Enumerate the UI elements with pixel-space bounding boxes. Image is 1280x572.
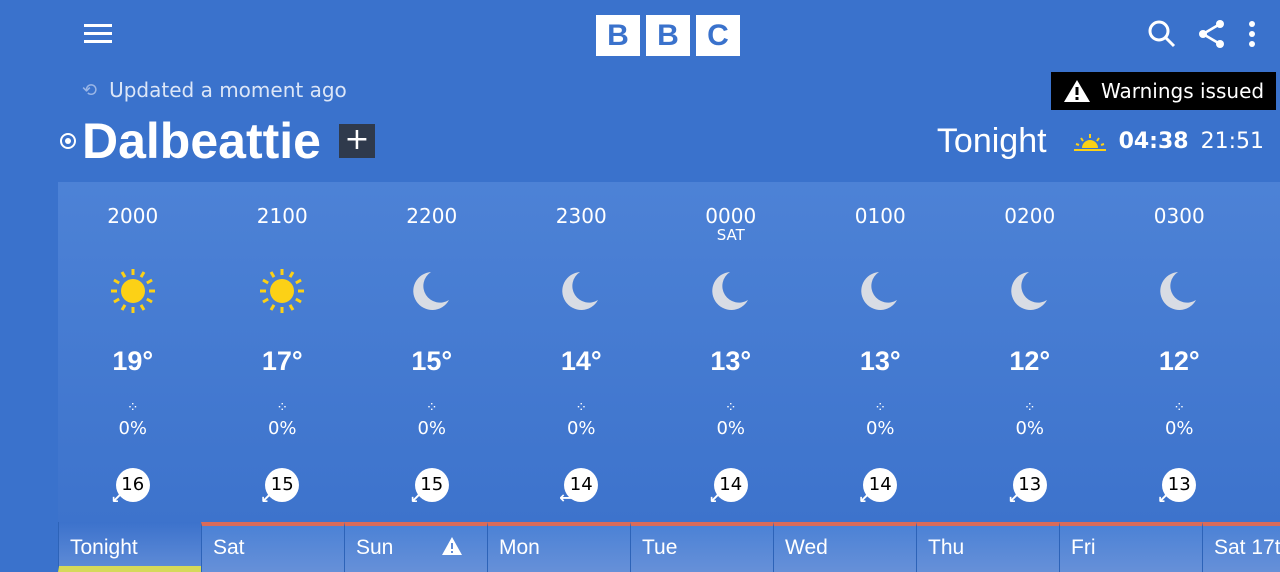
moon-icon — [855, 266, 905, 316]
hour-card[interactable]: 2200 15° ⁘ 0% 15 ↙ — [357, 182, 507, 522]
logo-letter: B — [596, 15, 640, 56]
add-location-button[interactable]: + — [338, 124, 375, 158]
hour-temperature: 12° — [1009, 346, 1051, 376]
raindrop-icon: ⁘ — [575, 400, 588, 416]
wind-direction-icon: ↙ — [858, 488, 872, 507]
sun-icon — [108, 266, 158, 316]
raindrop-icon: ⁘ — [425, 400, 438, 416]
more-options-icon[interactable] — [1246, 18, 1258, 50]
updated-text: Updated a moment ago — [109, 78, 347, 102]
precipitation-chance: 0% — [865, 418, 895, 439]
sun-icon — [257, 266, 307, 316]
hour-time: 0100 — [854, 204, 906, 228]
refresh-icon[interactable]: ⟲ — [82, 80, 97, 101]
hour-card[interactable]: 2300 14° ⁘ 0% 14 ← — [507, 182, 657, 522]
precipitation-chance: 0% — [1015, 418, 1045, 439]
tab-tue[interactable]: Tue — [630, 522, 773, 572]
hour-card[interactable]: 0000 SAT 13° ⁘ 0% 14 ↙ — [656, 182, 806, 522]
wind-direction-icon: ↙ — [110, 488, 125, 507]
hour-time: 2000 — [107, 204, 159, 228]
raindrop-icon: ⁘ — [126, 400, 139, 416]
tab-label: Fri — [1071, 536, 1096, 559]
tab-tonight[interactable]: Tonight — [58, 522, 201, 572]
wind-direction-icon: ↙ — [708, 488, 723, 507]
tab-label: Wed — [785, 536, 828, 559]
hourly-forecast[interactable]: 2000 19° ⁘ 0% 16 ↙ 2100 17° ⁘ 0% 15 ↙ 22… — [58, 182, 1280, 522]
menu-button[interactable] — [84, 24, 114, 48]
sunset-time: 21:51 — [1200, 129, 1264, 154]
hour-temperature: 12° — [1158, 346, 1200, 376]
hour-time: 2100 — [256, 204, 308, 228]
hour-card[interactable]: 0300 12° ⁘ 0% 13 ↙ — [1105, 182, 1255, 522]
tab-label: Thu — [928, 536, 965, 559]
hour-temperature: 17° — [261, 346, 303, 376]
hour-temperature: 15° — [411, 346, 453, 376]
location-name: Dalbeattie — [82, 113, 321, 169]
hour-temperature: 14° — [560, 346, 602, 376]
tab-thu[interactable]: Thu — [916, 522, 1059, 572]
hour-time: 0200 — [1004, 204, 1056, 228]
wind-direction-icon: ↙ — [1157, 488, 1171, 507]
wind-direction-icon: ↙ — [1007, 488, 1022, 507]
warning-icon — [1064, 80, 1090, 102]
tab-label: Sat — [213, 536, 245, 559]
tab-sat[interactable]: Sat — [201, 522, 344, 572]
day-tabs: Tonight Sat Sun Mon Tue Wed Thu Fri Sat 17th — [58, 522, 1280, 572]
hour-time: 2200 — [406, 204, 458, 228]
tab-label: Sat 17th — [1214, 536, 1280, 559]
hour-time: 0300 — [1153, 204, 1205, 228]
precipitation-chance: 0% — [716, 418, 746, 439]
sunrise-icon — [1073, 133, 1106, 151]
hour-card[interactable]: 0100 13° ⁘ 0% 14 ↙ — [806, 182, 956, 522]
tab-label: Mon — [499, 536, 540, 559]
warning-icon — [441, 536, 463, 562]
tab-label: Sun — [356, 536, 394, 559]
tab-label: Tonight — [70, 536, 138, 559]
hour-card[interactable]: 0200 12° ⁘ 0% 13 ↙ — [955, 182, 1105, 522]
raindrop-icon: ⁘ — [1173, 400, 1186, 416]
hour-card[interactable]: 2000 19° ⁘ 0% 16 ↙ — [58, 182, 208, 522]
warnings-button[interactable]: Warnings issued — [1051, 72, 1276, 110]
raindrop-icon: ⁘ — [874, 400, 887, 416]
hour-temperature: 13° — [710, 346, 752, 376]
moon-icon — [706, 266, 756, 316]
bbc-logo[interactable]: B B C — [596, 15, 740, 56]
share-icon[interactable] — [1196, 18, 1228, 50]
hour-card[interactable]: 2100 17° ⁘ 0% 15 ↙ — [208, 182, 358, 522]
logo-letter: B — [646, 15, 690, 56]
period-label: Tonight — [936, 122, 1047, 160]
precipitation-chance: 0% — [267, 418, 297, 439]
logo-letter: C — [696, 15, 740, 56]
tab-sun[interactable]: Sun — [344, 522, 487, 572]
hour-day: SAT — [716, 226, 745, 244]
raindrop-icon: ⁘ — [1023, 400, 1036, 416]
raindrop-icon: ⁘ — [276, 400, 289, 416]
hour-time: 0000 — [705, 204, 757, 228]
precipitation-chance: 0% — [417, 418, 447, 439]
tab-wed[interactable]: Wed — [773, 522, 916, 572]
tab-fri[interactable]: Fri — [1059, 522, 1202, 572]
hour-temperature: 13° — [859, 346, 901, 376]
raindrop-icon: ⁘ — [724, 400, 737, 416]
search-icon[interactable] — [1146, 18, 1178, 50]
moon-icon — [1005, 266, 1055, 316]
sunrise-time: 04:38 — [1118, 129, 1189, 154]
tab-label: Tue — [642, 536, 678, 559]
wind-direction-icon: ↙ — [409, 488, 424, 507]
wind-direction-icon: ↙ — [260, 488, 274, 507]
warnings-label: Warnings issued — [1101, 79, 1265, 103]
precipitation-chance: 0% — [1164, 418, 1194, 439]
hour-time: 2300 — [555, 204, 607, 228]
hour-temperature: 19° — [112, 346, 154, 376]
tab-sat-17th[interactable]: Sat 17th — [1202, 522, 1280, 572]
wind-direction-icon: ← — [559, 488, 573, 507]
tab-mon[interactable]: Mon — [487, 522, 630, 572]
precipitation-chance: 0% — [566, 418, 596, 439]
location-pin-icon — [60, 133, 76, 149]
moon-icon — [407, 266, 457, 316]
precipitation-chance: 0% — [118, 418, 148, 439]
update-status: ⟲ Updated a moment ago — [82, 78, 347, 102]
moon-icon — [1154, 266, 1204, 316]
moon-icon — [556, 266, 606, 316]
